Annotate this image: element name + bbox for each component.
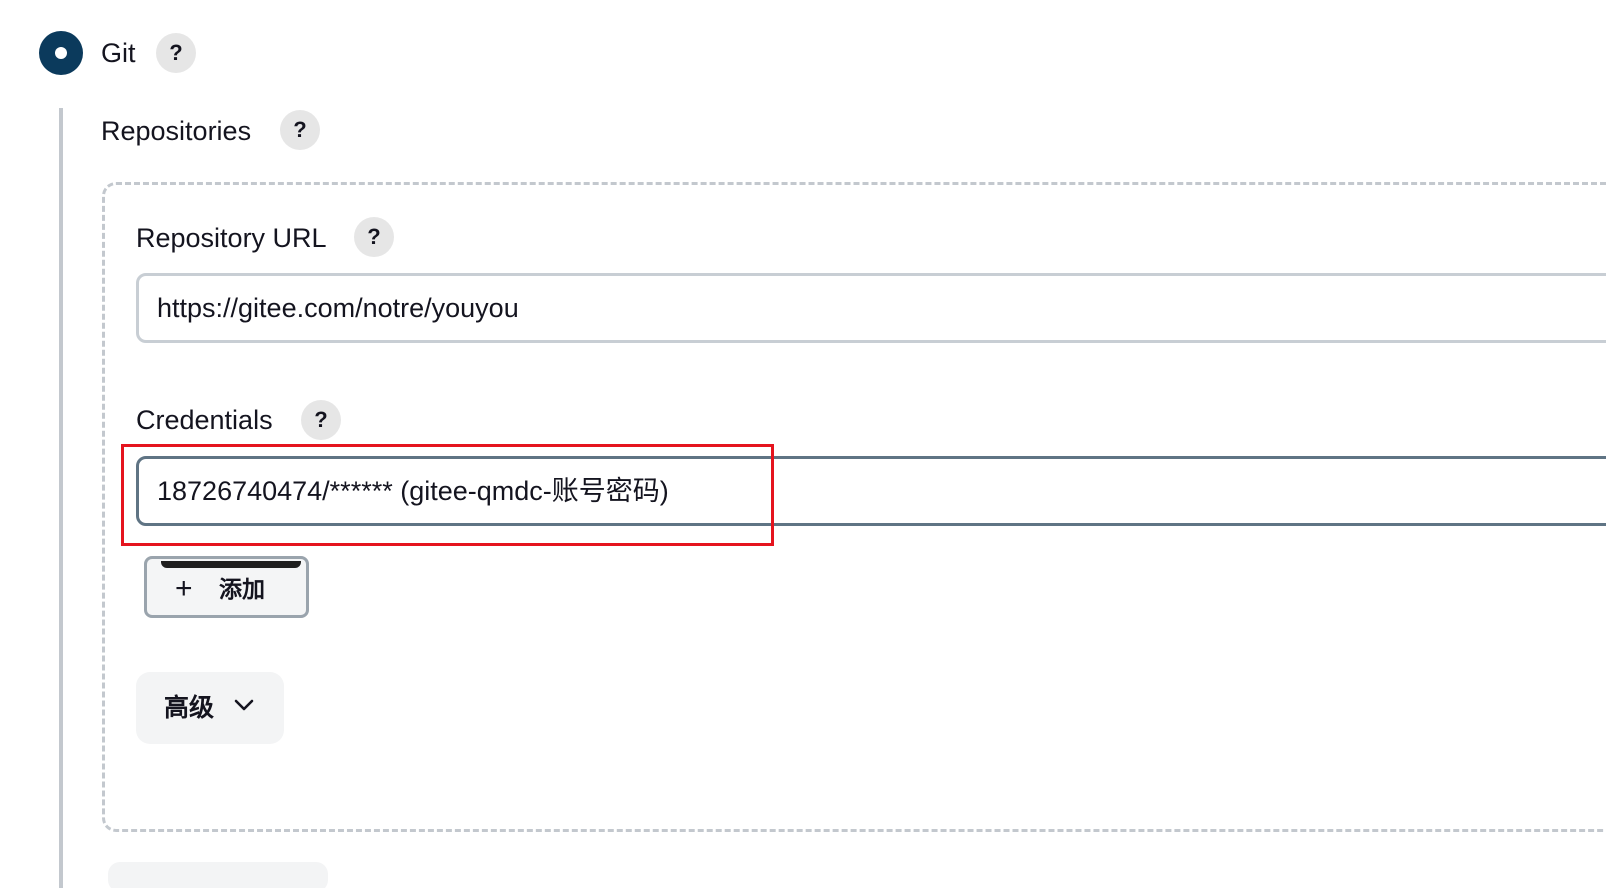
repository-url-help-icon[interactable]: ? — [354, 217, 394, 257]
chevron-down-icon — [234, 699, 254, 711]
advanced-button[interactable]: 高级 — [136, 672, 284, 744]
credentials-help-icon[interactable]: ? — [301, 400, 341, 440]
repository-url-label: Repository URL — [136, 223, 327, 253]
add-repository-button-partial[interactable] — [108, 862, 328, 888]
repositories-label: Repositories — [101, 116, 252, 146]
highlight-annotation-box — [121, 444, 774, 546]
plus-icon: + — [175, 572, 193, 605]
advanced-label: 高级 — [164, 694, 215, 722]
add-credentials-button[interactable]: + 添加 — [144, 556, 309, 618]
git-radio-button[interactable] — [39, 31, 83, 75]
git-scm-config-panel: Git ? Repositories ? Repository URL ? ht… — [0, 0, 1606, 888]
git-help-icon[interactable]: ? — [156, 33, 196, 73]
credentials-label: Credentials — [136, 405, 273, 435]
add-button-label: 添加 — [219, 576, 265, 602]
nesting-line — [59, 108, 63, 888]
radio-selected-dot — [55, 47, 67, 59]
repository-url-input[interactable]: https://gitee.com/notre/youyou — [136, 273, 1606, 343]
repositories-help-icon[interactable]: ? — [280, 110, 320, 150]
git-option-label: Git — [101, 38, 136, 68]
button-top-bar — [161, 561, 301, 568]
